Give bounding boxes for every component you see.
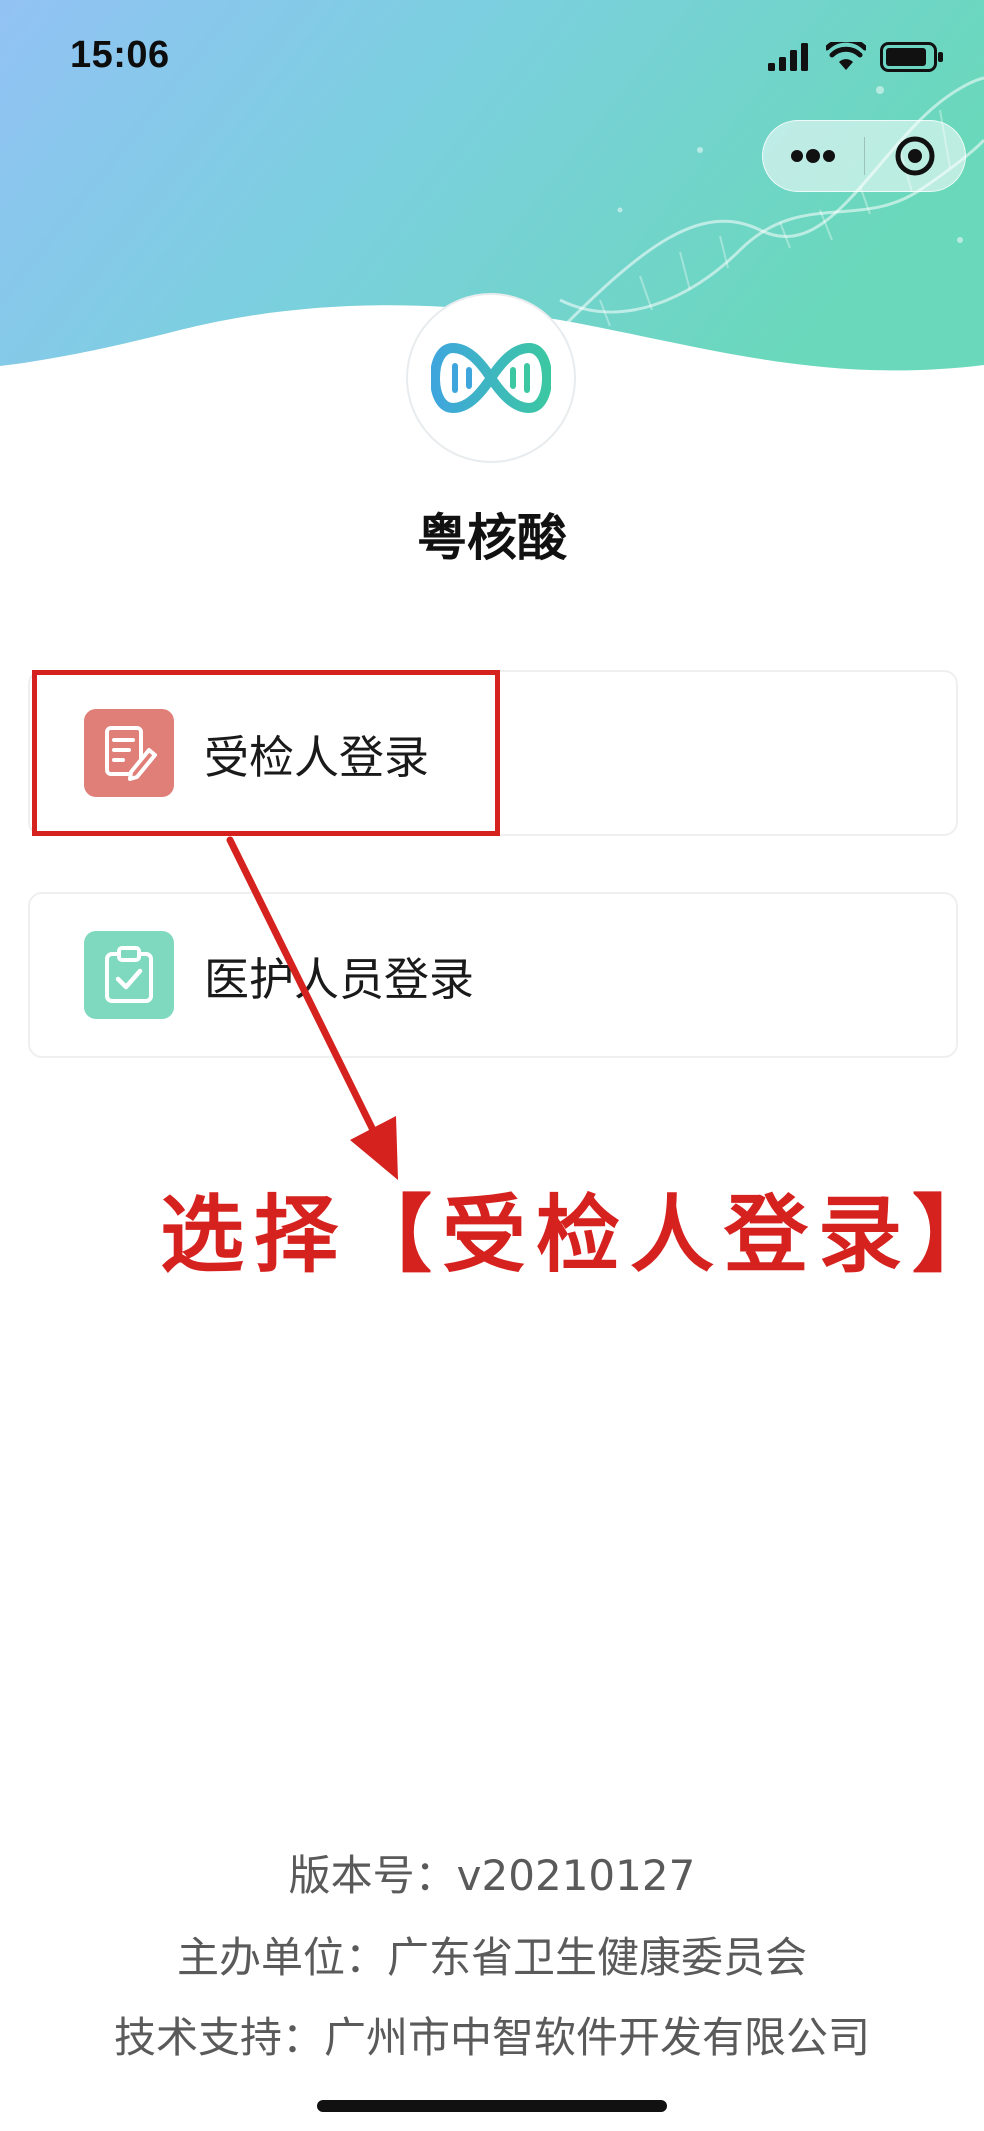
home-indicator[interactable]	[317, 2100, 667, 2112]
version-text: 版本号：v20210127	[288, 1851, 696, 1900]
form-edit-icon	[105, 726, 157, 781]
target-close-icon	[895, 136, 935, 176]
dna-infinity-logo-icon	[431, 343, 551, 413]
clipboard-check-icon	[105, 946, 153, 1003]
examinee-login-label: 受检人登录	[204, 730, 430, 784]
medical-staff-login-label: 医护人员登录	[204, 952, 475, 1006]
more-dots-icon	[791, 149, 836, 163]
status-time: 15:06	[70, 34, 170, 76]
wifi-icon	[826, 42, 866, 70]
sponsor-text: 主办单位：广东省卫生健康委员会	[176, 1933, 807, 1982]
app-title: 粤核酸	[417, 509, 567, 567]
more-button[interactable]	[763, 120, 864, 192]
mini-program-capsule	[762, 120, 966, 192]
login-screen: 15:06 粤核酸 受检人登录 医护人员登录 选择【受检人登录】 版本号：v20…	[0, 0, 984, 2131]
annotation-instruction-text: 选择【受检人登录】	[160, 1186, 984, 1284]
medical-staff-login-button[interactable]: 医护人员登录	[28, 892, 958, 1058]
medical-staff-icon-tile	[84, 931, 174, 1019]
tech-support-text: 技术支持：广州市中智软件开发有限公司	[113, 2013, 870, 2062]
status-icons	[768, 42, 944, 72]
examinee-login-button[interactable]: 受检人登录	[28, 670, 958, 836]
battery-icon	[880, 42, 943, 72]
signal-icon	[768, 43, 808, 71]
app-logo	[406, 293, 576, 463]
examinee-icon-tile	[84, 709, 174, 797]
close-button[interactable]	[865, 120, 966, 192]
